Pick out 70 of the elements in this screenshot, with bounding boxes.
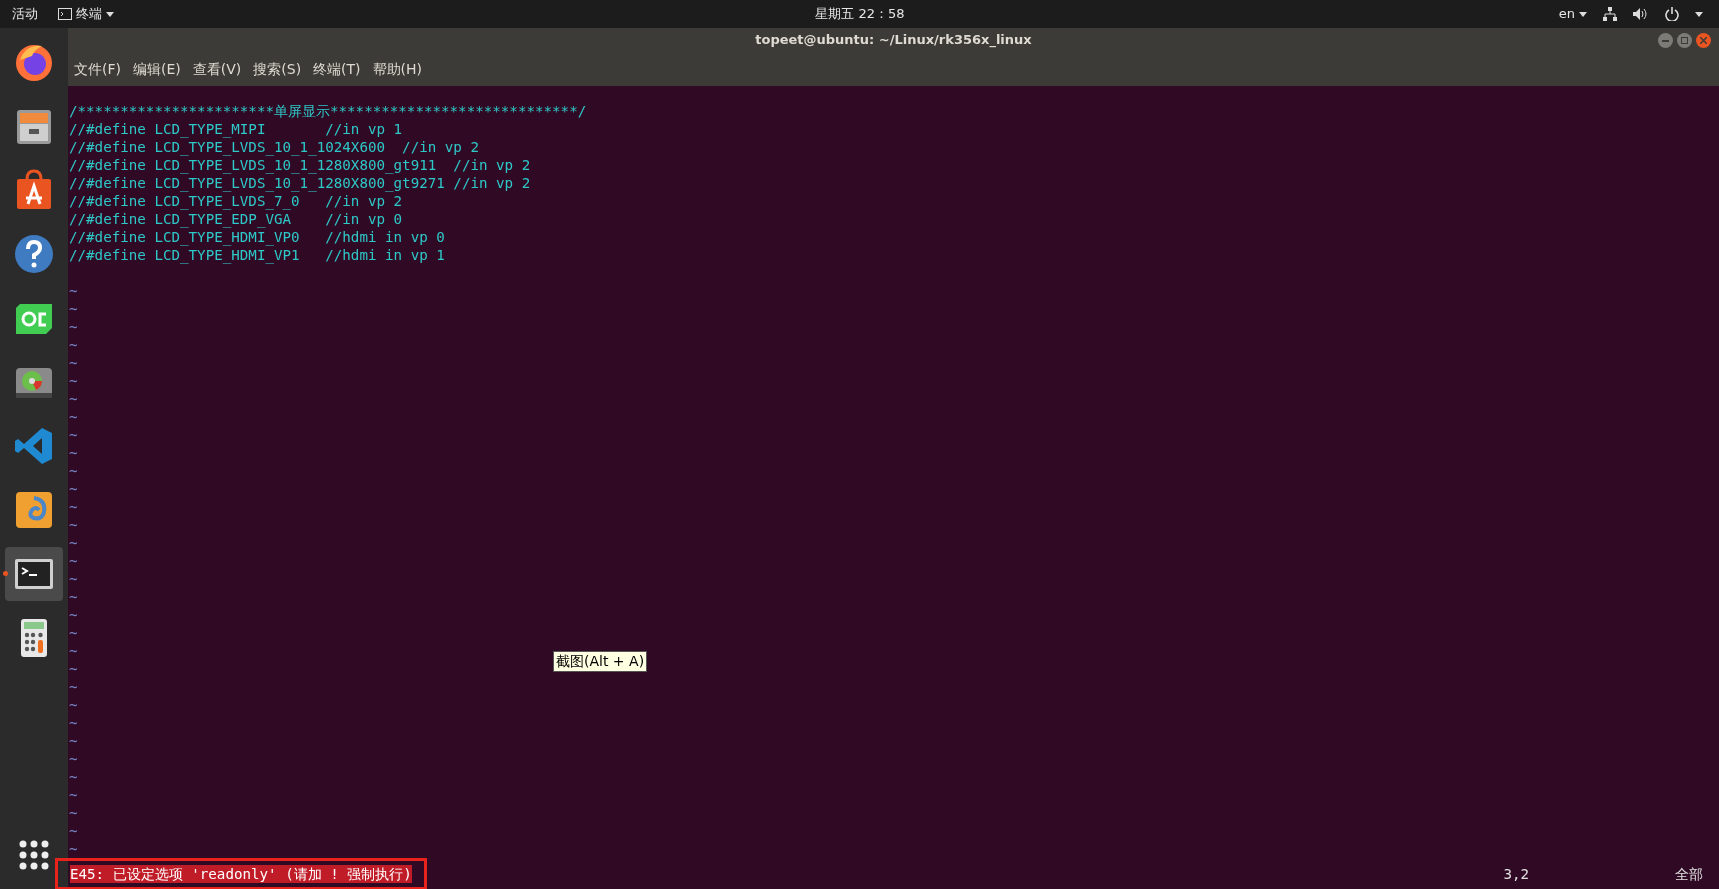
empty-line-marker: ~ bbox=[69, 282, 78, 300]
code-line: //#define LCD_TYPE_EDP_VGA //in vp 0 bbox=[69, 210, 403, 228]
empty-line-marker: ~ bbox=[69, 678, 78, 696]
menu-item[interactable]: 帮助(H) bbox=[372, 58, 423, 80]
cursor-position: 3,2 bbox=[1503, 865, 1529, 883]
empty-line-marker: ~ bbox=[69, 696, 78, 714]
clock[interactable]: 星期五 22：58 bbox=[760, 4, 960, 24]
empty-line-marker: ~ bbox=[69, 498, 78, 516]
maximize-button[interactable] bbox=[1677, 33, 1692, 48]
volume-icon[interactable] bbox=[1633, 7, 1649, 21]
code-line: //#define LCD_TYPE_MIPI //in vp 1 bbox=[69, 120, 403, 138]
app-grid-icon[interactable] bbox=[18, 839, 50, 871]
app-menu[interactable]: 终端 bbox=[58, 4, 114, 24]
close-icon bbox=[1700, 37, 1707, 44]
empty-line-marker: ~ bbox=[69, 804, 78, 822]
empty-line-marker: ~ bbox=[69, 768, 78, 786]
empty-line-marker: ~ bbox=[69, 408, 78, 426]
power-icon[interactable] bbox=[1665, 7, 1679, 21]
empty-line-marker: ~ bbox=[69, 462, 78, 480]
activities-button[interactable]: 活动 bbox=[12, 4, 38, 24]
empty-line-marker: ~ bbox=[69, 552, 78, 570]
empty-line-marker: ~ bbox=[69, 606, 78, 624]
menu-item[interactable]: 文件(F) bbox=[74, 58, 121, 80]
empty-line-marker: ~ bbox=[69, 660, 78, 678]
empty-line-marker: ~ bbox=[69, 480, 78, 498]
empty-line-marker: ~ bbox=[69, 534, 78, 552]
empty-line-marker: ~ bbox=[69, 336, 78, 354]
empty-line-marker: ~ bbox=[69, 822, 78, 840]
code-line: //#define LCD_TYPE_LVDS_10_1_1280X800_gt9271 //in vp 2 bbox=[69, 174, 531, 192]
empty-line-marker: ~ bbox=[69, 516, 78, 534]
empty-line-marker: ~ bbox=[69, 426, 78, 444]
empty-line-marker: ~ bbox=[69, 390, 78, 408]
minimize-button[interactable] bbox=[1658, 33, 1673, 48]
network-icon[interactable] bbox=[1603, 7, 1617, 21]
empty-line-marker: ~ bbox=[69, 318, 78, 336]
empty-line-marker: ~ bbox=[69, 300, 78, 318]
window-title: topeet@ubuntu: ~/Linux/rk356x_linux bbox=[755, 31, 1032, 50]
code-line: //#define LCD_TYPE_HDMI_VP0 //hdmi in vp 0 bbox=[69, 228, 445, 246]
empty-line-marker: ~ bbox=[69, 570, 78, 588]
scroll-position: 全部 bbox=[1675, 865, 1703, 883]
caret-icon bbox=[106, 11, 114, 17]
code-line: //#define LCD_TYPE_LVDS_7_0 //in vp 2 bbox=[69, 192, 403, 210]
empty-line-marker: ~ bbox=[69, 840, 78, 858]
empty-line-marker: ~ bbox=[69, 354, 78, 372]
code-line: //#define LCD_TYPE_HDMI_VP1 //hdmi in vp 1 bbox=[69, 246, 445, 264]
code-line: //#define LCD_TYPE_LVDS_10_1_1024X600 //in vp 2 bbox=[69, 138, 479, 156]
language-menu[interactable]: en bbox=[1558, 4, 1587, 24]
error-message: E45: 已设定选项 'readonly' (请加 ! 强制执行) bbox=[70, 865, 412, 883]
empty-line-marker: ~ bbox=[69, 624, 78, 642]
caret-icon bbox=[1579, 11, 1587, 17]
caret-icon bbox=[1695, 11, 1703, 17]
empty-line-marker: ~ bbox=[69, 786, 78, 804]
menu-item[interactable]: 搜索(S) bbox=[253, 58, 302, 80]
empty-line-marker: ~ bbox=[69, 750, 78, 768]
tooltip: 截图(Alt + A) bbox=[553, 651, 648, 672]
empty-line-marker: ~ bbox=[69, 372, 78, 390]
terminal-icon bbox=[58, 8, 72, 20]
menu-item[interactable]: 查看(V) bbox=[192, 58, 242, 80]
empty-line-marker: ~ bbox=[69, 732, 78, 750]
empty-line-marker: ~ bbox=[69, 588, 78, 606]
menu-item[interactable]: 终端(T) bbox=[313, 58, 361, 80]
help-icon bbox=[12, 232, 56, 276]
empty-line-marker: ~ bbox=[69, 642, 78, 660]
code-line: //#define LCD_TYPE_LVDS_10_1_1280X800_gt911 //in vp 2 bbox=[69, 156, 531, 174]
close-button[interactable] bbox=[1696, 33, 1711, 48]
code-line: /***********************单屏显示*****************************/ bbox=[69, 102, 587, 120]
dock-item[interactable] bbox=[5, 547, 63, 601]
empty-line-marker: ~ bbox=[69, 444, 78, 462]
menu-item[interactable]: 编辑(E) bbox=[133, 58, 181, 80]
empty-line-marker: ~ bbox=[69, 714, 78, 732]
